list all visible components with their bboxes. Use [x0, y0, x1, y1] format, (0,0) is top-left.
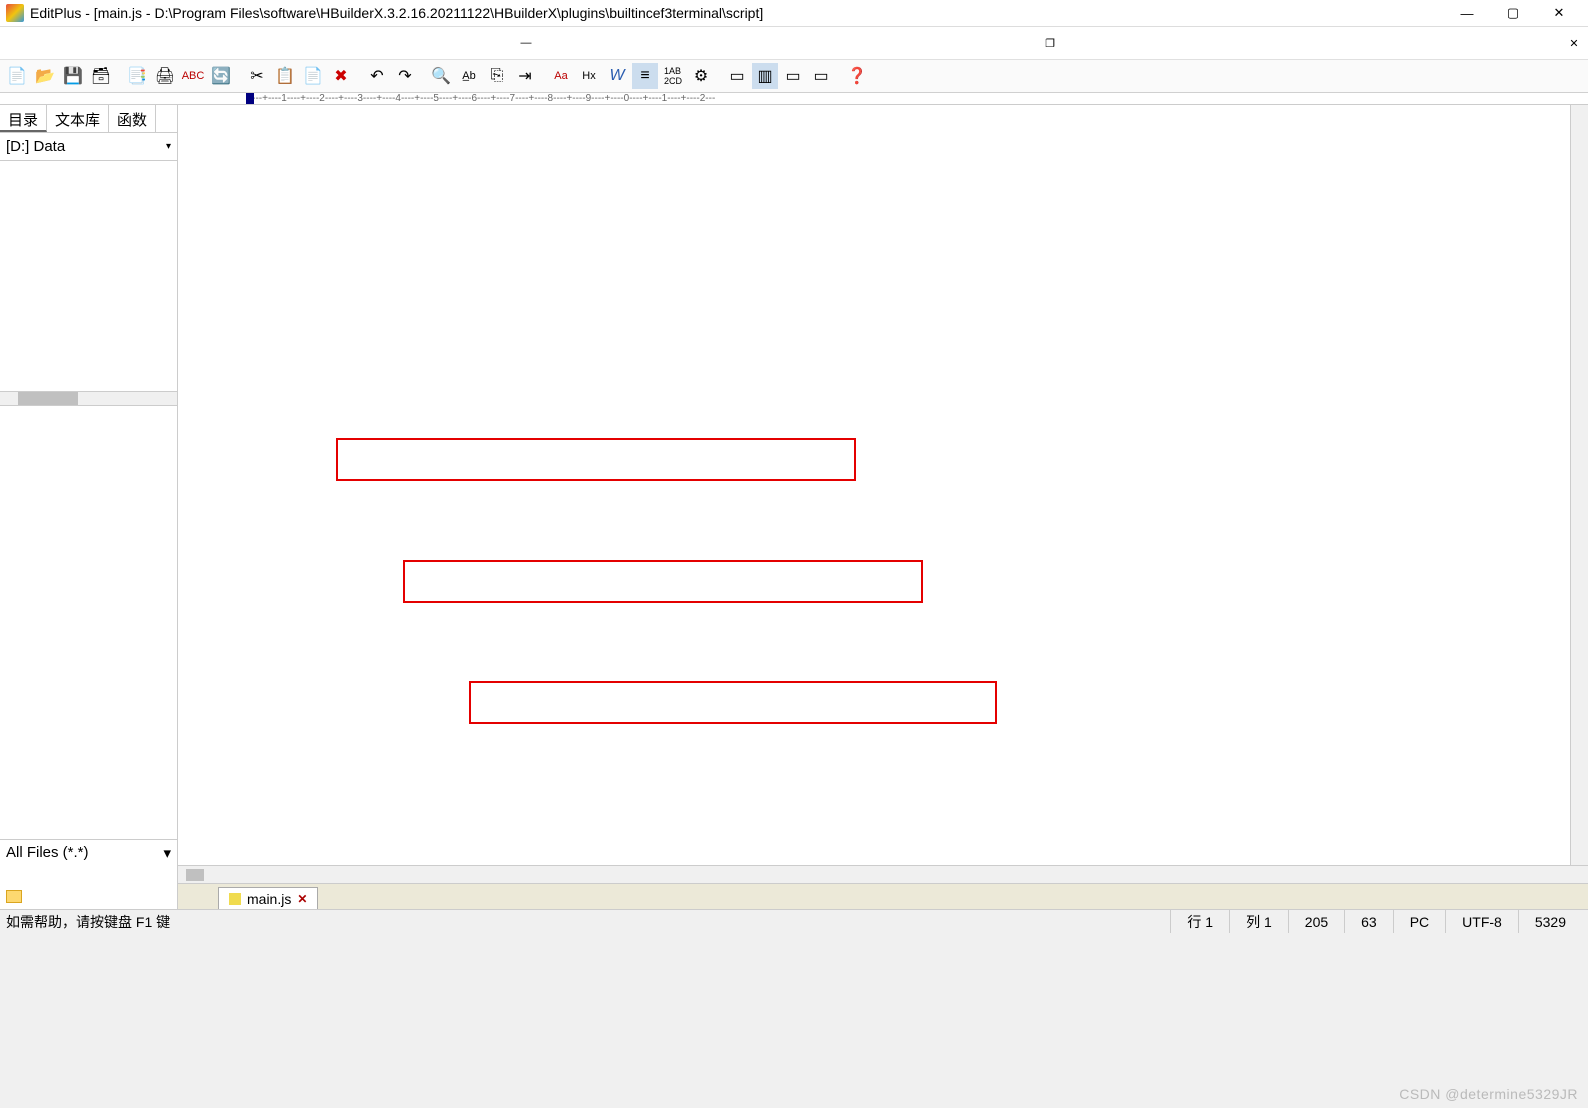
doc-tabs-row: main.js ✕ [0, 883, 1588, 909]
save-button[interactable]: 💾 [60, 63, 86, 89]
status-help: 如需帮助，请按键盘 F1 键 [6, 912, 170, 932]
panel4-button[interactable]: ▭ [808, 63, 834, 89]
mdi-restore-button[interactable]: ❐ [1040, 33, 1060, 53]
doc-tabs: main.js ✕ [178, 883, 1588, 909]
tab-directory[interactable]: 目录 [0, 105, 47, 132]
panel1-button[interactable]: ▭ [724, 63, 750, 89]
chevron-down-icon: ▾ [166, 141, 171, 152]
status-bar: 如需帮助，请按键盘 F1 键 行 1 列 1 205 63 PC UTF-8 5… [0, 909, 1588, 933]
scrollbar-thumb[interactable] [186, 869, 204, 881]
delete-button[interactable]: ✖ [328, 63, 354, 89]
copy-file-button[interactable]: 📑 [124, 63, 150, 89]
fold-column[interactable] [229, 105, 241, 865]
drive-selector[interactable]: [D:] Data ▾ [0, 133, 177, 161]
find-button[interactable]: 🔍 [428, 63, 454, 89]
window-title: EditPlus - [main.js - D:\Program Files\s… [30, 5, 1444, 21]
copy-button[interactable]: 📋 [272, 63, 298, 89]
status-mode: PC [1393, 910, 1445, 933]
editor[interactable] [178, 105, 1588, 865]
folder-tree[interactable] [0, 161, 177, 391]
status-count1: 205 [1288, 910, 1344, 933]
filter-label: All Files (*.*) [6, 844, 89, 861]
editor-vscrollbar[interactable] [1570, 105, 1588, 865]
new-file-button[interactable]: 📄 [4, 63, 30, 89]
js-icon [229, 893, 241, 905]
redo-button[interactable]: ↷ [392, 63, 418, 89]
cut-button[interactable]: ✂ [244, 63, 270, 89]
app-icon [6, 4, 24, 22]
highlight-box-2 [403, 560, 923, 603]
doc-tab-label: main.js [247, 891, 291, 907]
panel2-button[interactable]: ▥ [752, 63, 778, 89]
chevron-down-icon: ▾ [163, 844, 171, 862]
watermark: CSDN @determine5329JR [1399, 1086, 1578, 1102]
title-bar: EditPlus - [main.js - D:\Program Files\s… [0, 0, 1588, 27]
settings-button[interactable]: ⚙ [688, 63, 714, 89]
drive-label: [D:] Data [6, 138, 65, 155]
menu-bar: — ❐ ✕ [0, 27, 1588, 59]
panel3-button[interactable]: ▭ [780, 63, 806, 89]
goto-button[interactable]: ⎘ [484, 63, 510, 89]
editor-hscrollbar[interactable] [178, 865, 1588, 883]
paste-button[interactable]: 📄 [300, 63, 326, 89]
file-filter[interactable]: All Files (*.*) ▾ [0, 839, 177, 865]
numbers-button[interactable]: 1AB2CD [660, 63, 686, 89]
minimize-button[interactable]: — [1444, 0, 1490, 27]
tree-hscrollbar[interactable] [0, 391, 177, 405]
indent-button[interactable]: ⇥ [512, 63, 538, 89]
highlight-box-1 [336, 438, 856, 481]
hex-button[interactable]: Hx [576, 63, 602, 89]
left-panel-tabs: 目录 文本库 函数 [0, 105, 177, 133]
status-size: 5329 [1518, 910, 1582, 933]
left-panel: 目录 文本库 函数 [D:] Data ▾ All Files (*.*) ▾ [0, 105, 178, 865]
status-encoding: UTF-8 [1445, 910, 1518, 933]
line-gutter [178, 105, 229, 865]
file-list[interactable] [0, 405, 177, 406]
word-button[interactable]: W [604, 63, 630, 89]
toolbar: 📄 📂 💾 🗃 📑 🖨 ABC 🔄 ✂ 📋 📄 ✖ ↶ ↷ 🔍 A̲b ⎘ ⇥ … [0, 59, 1588, 93]
highlight-box-3 [469, 681, 997, 724]
close-button[interactable]: ✕ [1536, 0, 1582, 27]
wrap-button[interactable]: ≡ [632, 63, 658, 89]
ruler: ----+----1----+----2----+----3----+----4… [0, 93, 1588, 105]
status-line: 行 1 [1170, 910, 1229, 933]
status-col: 列 1 [1229, 910, 1288, 933]
open-file-button[interactable]: 📂 [32, 63, 58, 89]
refresh-button[interactable]: 🔄 [208, 63, 234, 89]
print-button[interactable]: 🖨 [152, 63, 178, 89]
status-count2: 63 [1344, 910, 1393, 933]
font-size-button[interactable]: Aa [548, 63, 574, 89]
code-area[interactable] [241, 105, 1570, 865]
ruler-cursor [246, 93, 254, 105]
doc-tab-main-js[interactable]: main.js ✕ [218, 887, 318, 909]
spellcheck-button[interactable]: ABC [180, 63, 206, 89]
save-all-button[interactable]: 🗃 [88, 63, 114, 89]
main-area: 目录 文本库 函数 [D:] Data ▾ All Files (*.*) ▾ [0, 105, 1588, 865]
scrollbar-thumb[interactable] [18, 392, 78, 405]
replace-button[interactable]: A̲b [456, 63, 482, 89]
mdi-minimize-button[interactable]: — [516, 33, 536, 53]
help-button[interactable]: ❓ [844, 63, 870, 89]
mdi-close-button[interactable]: ✕ [1564, 33, 1584, 53]
tab-library[interactable]: 文本库 [47, 105, 109, 132]
maximize-button[interactable]: ▢ [1490, 0, 1536, 27]
tab-functions[interactable]: 函数 [109, 105, 156, 132]
undo-button[interactable]: ↶ [364, 63, 390, 89]
doc-tabs-left-pad [0, 883, 178, 909]
folder-icon [6, 890, 22, 903]
close-icon[interactable]: ✕ [297, 892, 307, 906]
